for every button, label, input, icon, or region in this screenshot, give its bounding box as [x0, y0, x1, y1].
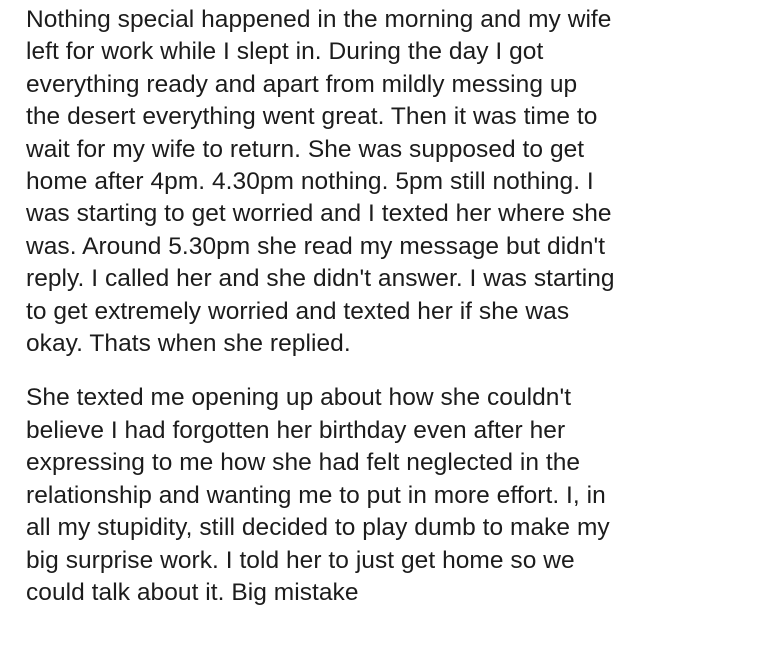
- text-line: believe I had forgotten her birthday eve…: [26, 416, 566, 444]
- text-line: the desert everything went great. Then i…: [26, 103, 598, 131]
- text-line: relationship and wanting me to put in mo…: [26, 481, 606, 509]
- text-line: left for work while I slept in. During t…: [26, 38, 544, 66]
- text-line: home after 4pm. 4.30pm nothing. 5pm stil…: [26, 168, 594, 196]
- paragraph-1: Nothing special happened in the morning …: [26, 4, 746, 360]
- text-line: was. Around 5.30pm she read my message b…: [26, 232, 606, 260]
- text-line: She texted me opening up about how she c…: [26, 384, 572, 412]
- text-line: all my stupidity, still decided to play …: [26, 514, 610, 542]
- text-line: to get extremely worried and texted her …: [26, 297, 570, 325]
- text-line: reply. I called her and she didn't answe…: [26, 265, 615, 293]
- text-line: could talk about it. Big mistake: [26, 578, 359, 606]
- paragraph-2: She texted me opening up about how she c…: [26, 382, 746, 609]
- text-line: okay. Thats when she replied.: [26, 330, 351, 358]
- text-line: everything ready and apart from mildly m…: [26, 70, 578, 98]
- story-text: Nothing special happened in the morning …: [26, 4, 746, 609]
- text-line: big surprise work. I told her to just ge…: [26, 546, 575, 574]
- text-line: was starting to get worried and I texted…: [26, 200, 612, 228]
- text-line: Nothing special happened in the morning …: [26, 6, 612, 33]
- text-line: expressing to me how she had felt neglec…: [26, 449, 581, 477]
- text-line: wait for my wife to return. She was supp…: [26, 135, 585, 163]
